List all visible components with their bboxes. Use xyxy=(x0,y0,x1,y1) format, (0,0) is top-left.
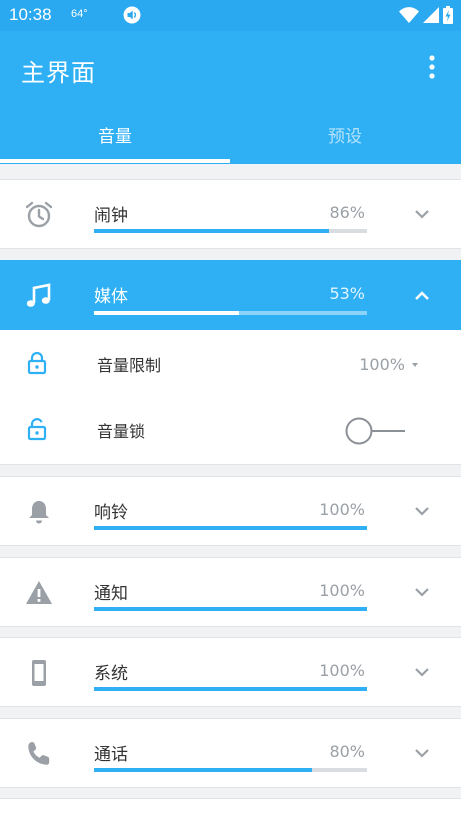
stream-card-system[interactable]: 系统 100% xyxy=(0,637,461,707)
tab-indicator xyxy=(0,159,230,163)
volume-slider-fill xyxy=(94,311,239,315)
stream-label: 系统 xyxy=(94,664,128,684)
chevron-up-icon[interactable] xyxy=(411,285,433,307)
stream-card-media[interactable]: 媒体 53% xyxy=(0,260,461,330)
alarm-clock-icon xyxy=(25,201,53,228)
chevron-down-icon[interactable] xyxy=(411,500,433,522)
volume-limit-dropdown[interactable]: 100% xyxy=(359,355,405,374)
signal-icon xyxy=(423,7,439,23)
volume-slider[interactable] xyxy=(94,526,367,530)
lock-icon xyxy=(27,351,47,375)
music-note-icon xyxy=(26,283,51,307)
status-bar: 10:38 64° xyxy=(0,0,461,31)
stream-percent: 100% xyxy=(319,661,365,680)
volume-lock-label: 音量锁 xyxy=(97,422,146,441)
stream-label: 通话 xyxy=(94,745,128,765)
stream-percent: 100% xyxy=(319,500,365,519)
chevron-down-icon[interactable] xyxy=(411,661,433,683)
status-temperature: 64° xyxy=(71,8,88,20)
stream-percent: 53% xyxy=(329,284,365,303)
volume-slider[interactable] xyxy=(94,229,367,233)
warning-icon xyxy=(26,581,52,604)
stream-label: 闹钟 xyxy=(94,206,128,226)
tab-presets[interactable]: 预设 xyxy=(230,113,460,164)
stream-label: 响铃 xyxy=(94,503,128,523)
stream-percent: 80% xyxy=(329,742,365,761)
stream-label: 通知 xyxy=(94,584,128,604)
stream-card-partial xyxy=(0,798,461,819)
stream-card-alarm[interactable]: 闹钟 86% xyxy=(0,179,461,249)
stream-label: 媒体 xyxy=(94,287,128,307)
stream-percent: 100% xyxy=(319,581,365,600)
volume-slider-fill xyxy=(94,526,367,530)
stream-card-call[interactable]: 通话 80% xyxy=(0,718,461,788)
volume-slider-fill xyxy=(94,687,367,691)
volume-slider[interactable] xyxy=(94,687,367,691)
chevron-down-icon[interactable] xyxy=(411,203,433,225)
volume-slider-fill xyxy=(94,229,329,233)
stream-percent: 86% xyxy=(329,203,365,222)
volume-slider[interactable] xyxy=(94,607,367,611)
page-title: 主界面 xyxy=(21,59,96,87)
status-time: 10:38 xyxy=(9,5,52,24)
volume-slider-fill xyxy=(94,607,367,611)
stream-card-ringer[interactable]: 响铃 100% xyxy=(0,476,461,546)
volume-lock-toggle[interactable] xyxy=(344,416,406,446)
chevron-down-icon[interactable] xyxy=(411,581,433,603)
more-options-icon[interactable] xyxy=(420,53,444,81)
unlock-icon xyxy=(27,418,47,441)
volume-slider-fill xyxy=(94,768,313,772)
battery-icon xyxy=(443,6,453,24)
app-bar: 主界面 音量 预设 xyxy=(0,31,461,164)
wifi-icon xyxy=(399,7,419,23)
phone-call-icon xyxy=(28,742,50,765)
dropdown-caret-icon[interactable] xyxy=(410,360,420,370)
media-options-panel: 音量限制 100% 音量锁 xyxy=(0,330,461,465)
volume-limit-label: 音量限制 xyxy=(97,356,162,375)
bell-icon xyxy=(29,501,49,524)
volume-slider[interactable] xyxy=(94,768,367,772)
stream-card-notification[interactable]: 通知 100% xyxy=(0,557,461,627)
tab-volume[interactable]: 音量 xyxy=(0,113,230,164)
chevron-down-icon[interactable] xyxy=(411,742,433,764)
volume-slider[interactable] xyxy=(94,311,367,315)
phone-device-icon xyxy=(32,660,46,686)
volume-notification-icon xyxy=(123,6,141,24)
